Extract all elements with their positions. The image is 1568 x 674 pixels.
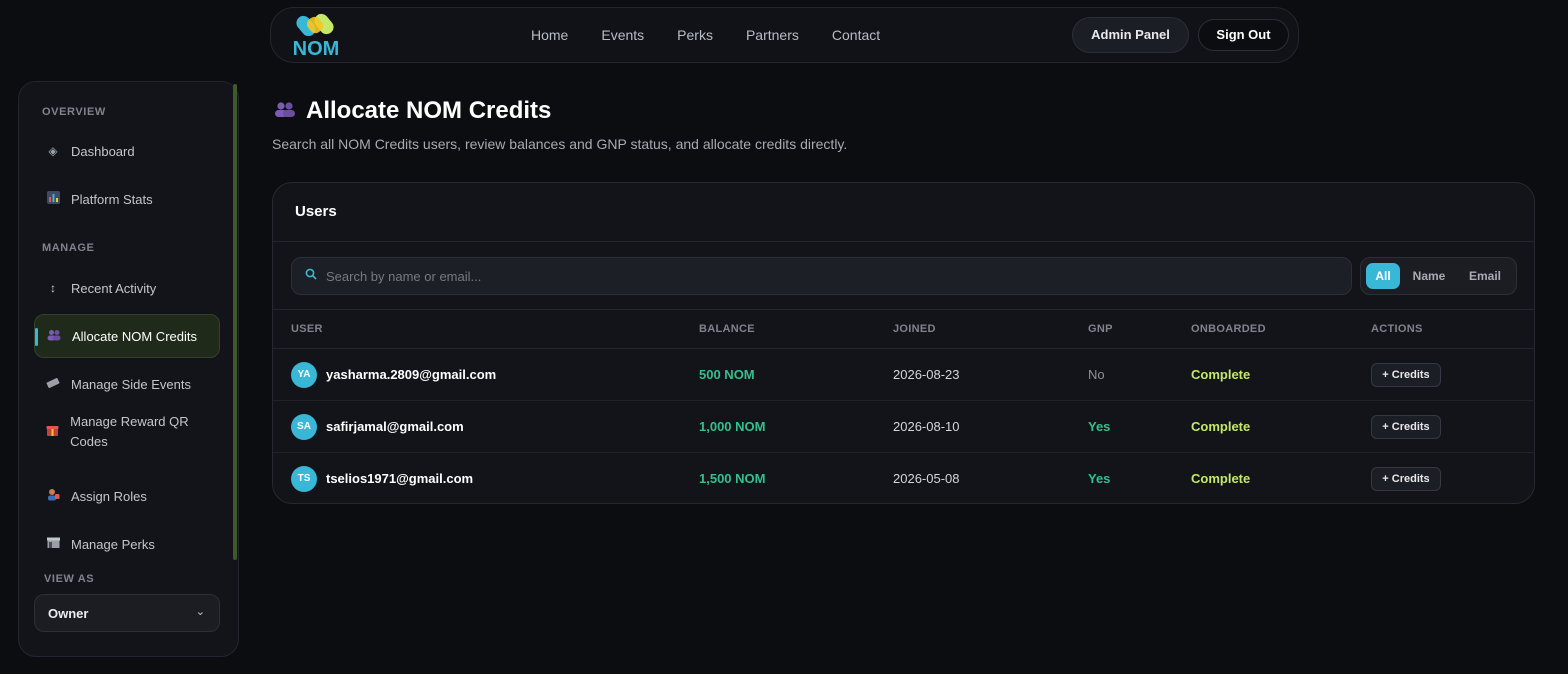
sidebar-item-label: Manage Side Events xyxy=(71,376,191,392)
store-icon xyxy=(46,537,60,551)
user-joined-date: 2026-08-10 xyxy=(893,419,960,434)
search-filter-toggle: All Name Email xyxy=(1360,257,1517,295)
nav-perks[interactable]: Perks xyxy=(677,27,713,43)
view-as-select[interactable]: Owner ⌄ xyxy=(34,594,220,632)
avatar: SA xyxy=(291,414,317,440)
sidebar-item-platform-stats[interactable]: Platform Stats xyxy=(34,177,220,221)
user-onboarded-status: Complete xyxy=(1191,367,1251,382)
column-header-onboarded: ONBOARDED xyxy=(1191,323,1266,335)
table-row: TS tselios1971@gmail.com 1,500 NOM 2026-… xyxy=(273,453,1534,503)
person-tag-icon xyxy=(46,488,60,504)
sidebar-item-label: Manage Perks xyxy=(71,536,155,552)
ticket-icon xyxy=(46,377,60,391)
user-joined-date: 2026-08-23 xyxy=(893,367,960,382)
user-gnp-status: Yes xyxy=(1088,419,1111,434)
section-label-manage: MANAGE xyxy=(42,242,95,254)
user-onboarded-status: Complete xyxy=(1191,419,1251,434)
nav-events[interactable]: Events xyxy=(601,27,644,43)
page-title-text: Allocate NOM Credits xyxy=(306,97,552,124)
table-header: USER BALANCE JOINED GNP ONBOARDED ACTION… xyxy=(273,309,1534,349)
section-label-overview: OVERVIEW xyxy=(42,106,106,118)
admin-panel-button[interactable]: Admin Panel xyxy=(1072,17,1189,53)
main-nav: Home Events Perks Partners Contact xyxy=(531,8,913,62)
avatar: TS xyxy=(291,466,317,492)
sidebar-item-label: Dashboard xyxy=(71,143,135,159)
diamond-icon: ◈ xyxy=(48,144,58,158)
user-email: tselios1971@gmail.com xyxy=(326,471,474,486)
search-icon xyxy=(305,268,317,283)
column-header-user: USER xyxy=(291,323,323,335)
sidebar-item-manage-side-events[interactable]: Manage Side Events xyxy=(34,362,220,406)
users-icon xyxy=(47,329,61,344)
user-gnp-status: No xyxy=(1088,367,1105,382)
sidebar-item-label: Platform Stats xyxy=(71,191,153,207)
sidebar-item-label: Allocate NOM Credits xyxy=(72,328,197,344)
user-joined-date: 2026-05-08 xyxy=(893,471,960,486)
sign-out-button[interactable]: Sign Out xyxy=(1198,19,1289,51)
user-balance: 1,000 NOM xyxy=(699,419,766,434)
sidebar-scrollbar[interactable] xyxy=(233,84,237,560)
column-header-actions: ACTIONS xyxy=(1371,323,1423,335)
user-balance: 500 NOM xyxy=(699,367,755,382)
add-credits-button[interactable]: + Credits xyxy=(1371,467,1441,491)
avatar: YA xyxy=(291,362,317,388)
sidebar-item-label: Recent Activity xyxy=(71,280,157,296)
chevron-down-icon: ⌄ xyxy=(195,606,205,618)
users-icon xyxy=(274,101,296,122)
search-input[interactable] xyxy=(326,258,1326,294)
user-gnp-status: Yes xyxy=(1088,471,1111,486)
card-header: Users xyxy=(273,183,1534,242)
sidebar-item-label: Manage Reward QR Codes xyxy=(70,414,189,449)
column-header-balance: BALANCE xyxy=(699,323,755,335)
logo-text: NOM xyxy=(292,38,340,60)
view-as-value: Owner xyxy=(48,605,89,621)
column-header-gnp: GNP xyxy=(1088,323,1113,335)
nav-partners[interactable]: Partners xyxy=(746,27,799,43)
sidebar-item-dashboard[interactable]: ◈ Dashboard xyxy=(34,129,220,173)
nav-home[interactable]: Home xyxy=(531,27,568,43)
filter-all-button[interactable]: All xyxy=(1366,263,1400,289)
up-down-arrow-icon: ↕ xyxy=(50,281,56,295)
search-box[interactable] xyxy=(291,257,1352,295)
nom-logo[interactable]: NOM xyxy=(291,12,341,60)
table-row: YA yasharma.2809@gmail.com 500 NOM 2026-… xyxy=(273,349,1534,401)
card-title: Users xyxy=(295,203,337,220)
user-email: yasharma.2809@gmail.com xyxy=(326,367,497,382)
sidebar-item-manage-perks[interactable]: Manage Perks xyxy=(34,522,220,566)
logo-mark-icon xyxy=(296,13,334,37)
add-credits-button[interactable]: + Credits xyxy=(1371,363,1441,387)
nav-contact[interactable]: Contact xyxy=(832,27,880,43)
gift-icon xyxy=(46,422,59,442)
user-email: safirjamal@gmail.com xyxy=(326,419,464,434)
user-onboarded-status: Complete xyxy=(1191,471,1251,486)
bar-chart-icon xyxy=(46,191,60,207)
sidebar-item-allocate-nom-credits[interactable]: Allocate NOM Credits xyxy=(34,314,220,358)
table-row: SA safirjamal@gmail.com 1,000 NOM 2026-0… xyxy=(273,401,1534,453)
sidebar-item-assign-roles[interactable]: Assign Roles xyxy=(34,474,220,518)
filter-email-button[interactable]: Email xyxy=(1465,263,1505,289)
sidebar-item-manage-reward-qr-codes[interactable]: Manage Reward QR Codes xyxy=(34,406,220,458)
page-title: Allocate NOM Credits xyxy=(274,94,551,128)
user-balance: 1,500 NOM xyxy=(699,471,766,486)
filter-name-button[interactable]: Name xyxy=(1410,263,1448,289)
sidebar-item-recent-activity[interactable]: ↕ Recent Activity xyxy=(34,266,220,310)
page-subtitle: Search all NOM Credits users, review bal… xyxy=(272,136,848,152)
add-credits-button[interactable]: + Credits xyxy=(1371,415,1441,439)
sidebar: OVERVIEW ◈ Dashboard Platform Stats MANA… xyxy=(18,81,239,657)
sidebar-item-label: Assign Roles xyxy=(71,488,147,504)
section-label-view-as: VIEW AS xyxy=(44,573,95,585)
column-header-joined: JOINED xyxy=(893,323,936,335)
top-navbar: NOM Home Events Perks Partners Contact A… xyxy=(270,7,1299,63)
users-card: Users All Name Email USER BALANCE JOINED… xyxy=(272,182,1535,504)
